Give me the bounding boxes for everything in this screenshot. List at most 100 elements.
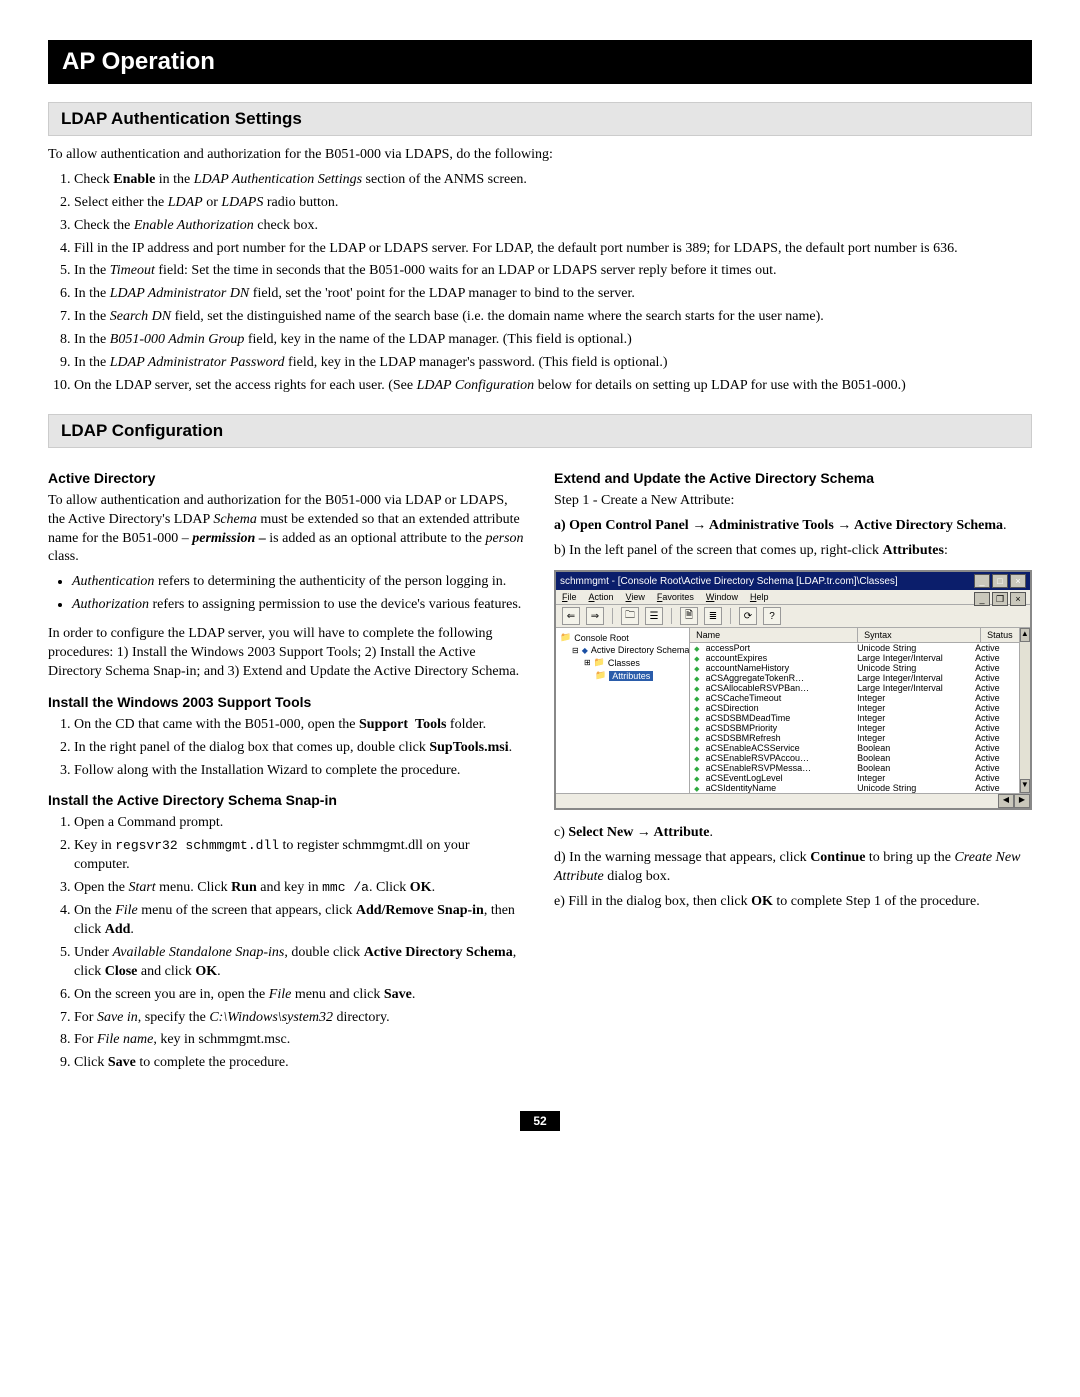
doc-close-icon[interactable]: × (1010, 592, 1026, 606)
attribute-icon (694, 703, 702, 713)
list-icon[interactable]: ≣ (704, 607, 722, 625)
active-directory-head: Active Directory (48, 470, 526, 486)
minimize-icon[interactable]: _ (974, 574, 990, 588)
table-row[interactable]: aCSAggregateTokenR…Large Integer/Interva… (690, 673, 1019, 683)
col-status[interactable]: Status (981, 628, 1019, 642)
list-item: Follow along with the Installation Wizar… (74, 762, 526, 781)
extend-head: Extend and Update the Active Directory S… (554, 470, 1032, 486)
ss-statusbar: ◀ ▶ (556, 793, 1030, 808)
sub-d: d) In the warning message that appears, … (554, 849, 1032, 887)
install-tools-steps: On the CD that came with the B051-000, o… (48, 716, 526, 781)
export-icon[interactable]: 🗎 (680, 607, 698, 625)
ss-grid-header: Name Syntax Status (690, 628, 1019, 643)
install-tools-head: Install the Windows 2003 Support Tools (48, 694, 526, 710)
list-item: Open the Start menu. Click Run and key i… (74, 879, 526, 898)
list-item: In the B051-000 Admin Group field, key i… (74, 331, 1032, 350)
table-row[interactable]: aCSEnableACSServiceBooleanActive (690, 743, 1019, 753)
tree-schema[interactable]: Active Directory Schema [LDAP.tr.com] (591, 645, 690, 655)
table-row[interactable]: aCSEnableRSVPAccou…BooleanActive (690, 753, 1019, 763)
table-row[interactable]: aCSDSBMDeadTimeIntegerActive (690, 713, 1019, 723)
list-item: Key in regsvr32 schmmgmt.dll to register… (74, 837, 526, 875)
table-row[interactable]: accountExpiresLarge Integer/IntervalActi… (690, 653, 1019, 663)
attribute-icon (694, 663, 702, 673)
tree-root[interactable]: Console Root (574, 633, 629, 643)
table-row[interactable]: aCSCacheTimeoutIntegerActive (690, 693, 1019, 703)
menu-view[interactable]: View (626, 592, 645, 602)
list-item: In the LDAP Administrator DN field, set … (74, 285, 1032, 304)
close-icon[interactable]: × (1010, 574, 1026, 588)
attribute-icon (694, 783, 702, 793)
refresh-icon[interactable]: ⟳ (739, 607, 757, 625)
forward-icon[interactable]: ⇒ (586, 607, 604, 625)
left-column: Active Directory To allow authentication… (48, 458, 526, 1083)
list-item: On the File menu of the screen that appe… (74, 902, 526, 940)
list-item: Check Enable in the LDAP Authentication … (74, 171, 1032, 190)
table-row[interactable]: aCSAllocableRSVPBan…Large Integer/Interv… (690, 683, 1019, 693)
attribute-icon (694, 723, 702, 733)
table-row[interactable]: aCSEventLogLevelIntegerActive (690, 773, 1019, 783)
table-row[interactable]: aCSDSBMPriorityIntegerActive (690, 723, 1019, 733)
back-icon[interactable]: ⇐ (562, 607, 580, 625)
active-directory-paragraph: To allow authentication and authorizatio… (48, 492, 526, 568)
table-row[interactable]: aCSEnableRSVPMessa…BooleanActive (690, 763, 1019, 773)
tree-classes[interactable]: Classes (608, 658, 640, 668)
menu-window[interactable]: Window (706, 592, 738, 602)
right-column: Extend and Update the Active Directory S… (554, 458, 1032, 1083)
ldap-auth-intro: To allow authentication and authorizatio… (48, 146, 1032, 165)
folder-icon (560, 632, 571, 643)
menu-help[interactable]: Help (750, 592, 769, 602)
col-name[interactable]: Name (690, 628, 858, 642)
ss-menubar: File Action View Favorites Window Help _ ❐ × (556, 590, 1030, 605)
help-icon[interactable]: ? (763, 607, 781, 625)
scroll-left-icon[interactable]: ◀ (998, 794, 1014, 808)
menu-action[interactable]: Action (589, 592, 614, 602)
attribute-icon (694, 693, 702, 703)
list-item: On the LDAP server, set the access right… (74, 377, 1032, 396)
table-row[interactable]: accountNameHistoryUnicode StringActive (690, 663, 1019, 673)
ss-toolbar: ⇐ ⇒ 🗀 ☰ 🗎 ≣ ⟳ ? (556, 605, 1030, 628)
snapin-steps: Open a Command prompt. Key in regsvr32 sc… (48, 814, 526, 1073)
tree-attributes[interactable]: Attributes (609, 671, 653, 681)
attribute-icon (694, 753, 702, 763)
horizontal-scrollbar[interactable]: ◀ ▶ (556, 794, 1030, 808)
table-row[interactable]: aCSIdentityNameUnicode StringActive (690, 783, 1019, 793)
doc-restore-icon[interactable]: ❐ (992, 592, 1008, 606)
attribute-icon (694, 683, 702, 693)
list-item: On the CD that came with the B051-000, o… (74, 716, 526, 735)
list-item: Authorization refers to assigning permis… (72, 596, 526, 615)
section-ldap-config-header: LDAP Configuration (48, 414, 1032, 448)
attribute-icon (694, 773, 702, 783)
table-row[interactable]: aCSDSBMRefreshIntegerActive (690, 733, 1019, 743)
vertical-scrollbar[interactable]: ▲ ▼ (1019, 628, 1030, 793)
list-item: In the Search DN field, set the distingu… (74, 308, 1032, 327)
list-item: In the right panel of the dialog box tha… (74, 739, 526, 758)
attribute-icon (694, 653, 702, 663)
snapin-head: Install the Active Directory Schema Snap… (48, 792, 526, 808)
col-syntax[interactable]: Syntax (858, 628, 981, 642)
list-item: Under Available Standalone Snap-ins, dou… (74, 944, 526, 982)
folder-icon (594, 657, 605, 668)
sub-a: a) Open Control Panel → Administrative T… (554, 517, 1032, 536)
ss-titlebar: schmmgmt - [Console Root\Active Director… (556, 572, 1030, 590)
list-item: Authentication refers to determining the… (72, 573, 526, 592)
scroll-right-icon[interactable]: ▶ (1014, 794, 1030, 808)
menu-favorites[interactable]: Favorites (657, 592, 694, 602)
table-row[interactable]: accessPortUnicode StringActive (690, 643, 1019, 653)
maximize-icon[interactable]: □ (992, 574, 1008, 588)
scroll-up-icon[interactable]: ▲ (1020, 628, 1030, 642)
list-item: Click Save to complete the procedure. (74, 1054, 526, 1073)
list-item: Open a Command prompt. (74, 814, 526, 833)
properties-icon[interactable]: ☰ (645, 607, 663, 625)
up-icon[interactable]: 🗀 (621, 607, 639, 625)
menu-file[interactable]: File (562, 592, 577, 602)
page-header: AP Operation (48, 40, 1032, 84)
scroll-down-icon[interactable]: ▼ (1020, 779, 1030, 793)
list-item: Check the Enable Authorization check box… (74, 217, 1032, 236)
doc-minimize-icon[interactable]: _ (974, 592, 990, 606)
list-item: In the Timeout field: Set the time in se… (74, 262, 1032, 281)
list-item: Fill in the IP address and port number f… (74, 240, 1032, 259)
attribute-icon (694, 673, 702, 683)
ss-grid: Name Syntax Status accessPortUnicode Str… (690, 628, 1019, 793)
table-row[interactable]: aCSDirectionIntegerActive (690, 703, 1019, 713)
config-paragraph: In order to configure the LDAP server, y… (48, 625, 526, 682)
